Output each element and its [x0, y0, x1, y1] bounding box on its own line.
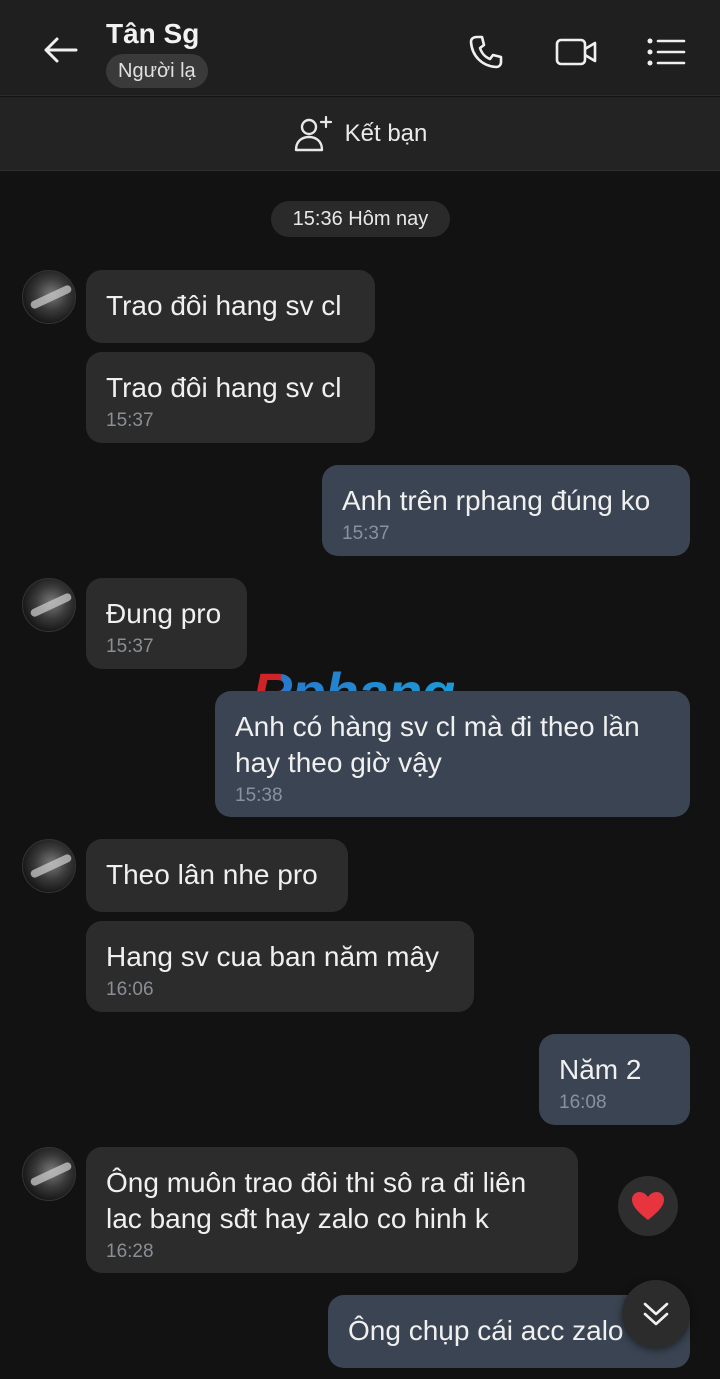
- message-outgoing[interactable]: Anh trên rphang đúng ko 15:37: [322, 465, 690, 556]
- avatar[interactable]: [22, 839, 76, 893]
- message-incoming[interactable]: Ông muôn trao đôi thi sô ra đi liên lac …: [86, 1147, 578, 1273]
- scroll-to-bottom-button[interactable]: [622, 1280, 690, 1348]
- message-text: Trao đôi hang sv cl: [106, 290, 342, 321]
- message-time: 15:37: [106, 410, 154, 431]
- message-text: Ông muôn trao đôi thi sô ra đi liên lac …: [106, 1167, 527, 1234]
- message-time: 16:08: [559, 1092, 607, 1113]
- stranger-badge: Người lạ: [106, 54, 208, 88]
- message-outgoing[interactable]: Năm 2 16:08: [539, 1034, 690, 1125]
- heart-icon: [632, 1192, 664, 1220]
- message-outgoing[interactable]: Anh có hàng sv cl mà đi theo lần hay the…: [215, 691, 690, 817]
- message-incoming[interactable]: Trao đôi hang sv cl 15:37: [86, 352, 375, 443]
- message-incoming[interactable]: Hang sv cua ban năm mây 16:06: [86, 921, 474, 1012]
- contact-name[interactable]: Tân Sg: [106, 18, 199, 50]
- message-text: Năm 2: [559, 1054, 642, 1085]
- message-text: Anh trên rphang đúng ko: [342, 485, 651, 516]
- message-incoming[interactable]: Theo lân nhe pro: [86, 839, 348, 912]
- add-friend-bar[interactable]: Kết bạn: [0, 97, 720, 171]
- message-time: 15:38: [235, 785, 283, 806]
- video-call-button[interactable]: [554, 30, 598, 74]
- add-friend-icon: [294, 115, 332, 151]
- message-incoming[interactable]: Đung pro 15:37: [86, 578, 247, 669]
- menu-list-icon: [647, 38, 686, 66]
- back-button[interactable]: [36, 30, 84, 70]
- date-separator: 15:36 Hôm nay: [271, 201, 450, 237]
- message-time: 15:37: [106, 636, 154, 657]
- double-chevron-down-icon: [643, 1302, 669, 1326]
- avatar[interactable]: [22, 270, 76, 324]
- video-icon: [555, 38, 597, 66]
- message-text: Anh có hàng sv cl mà đi theo lần hay the…: [235, 711, 640, 778]
- avatar[interactable]: [22, 1147, 76, 1201]
- chat-options-button[interactable]: [644, 30, 688, 74]
- message-text: Trao đôi hang sv cl: [106, 372, 342, 403]
- back-arrow-icon: [44, 37, 78, 63]
- chat-header: Tân Sg Người lạ: [0, 0, 720, 96]
- message-incoming[interactable]: Trao đôi hang sv cl: [86, 270, 375, 343]
- call-button[interactable]: [464, 30, 508, 74]
- message-time: 16:28: [106, 1241, 154, 1262]
- message-time: 16:06: [106, 979, 154, 1000]
- add-friend-label: Kết bạn: [344, 119, 428, 147]
- avatar[interactable]: [22, 578, 76, 632]
- message-time: 15:37: [342, 523, 390, 544]
- message-text: Hang sv cua ban năm mây: [106, 941, 440, 972]
- phone-icon: [469, 35, 503, 69]
- reaction-button[interactable]: [618, 1176, 678, 1236]
- message-text: Theo lân nhe pro: [106, 859, 318, 890]
- message-text: Đung pro: [106, 598, 222, 629]
